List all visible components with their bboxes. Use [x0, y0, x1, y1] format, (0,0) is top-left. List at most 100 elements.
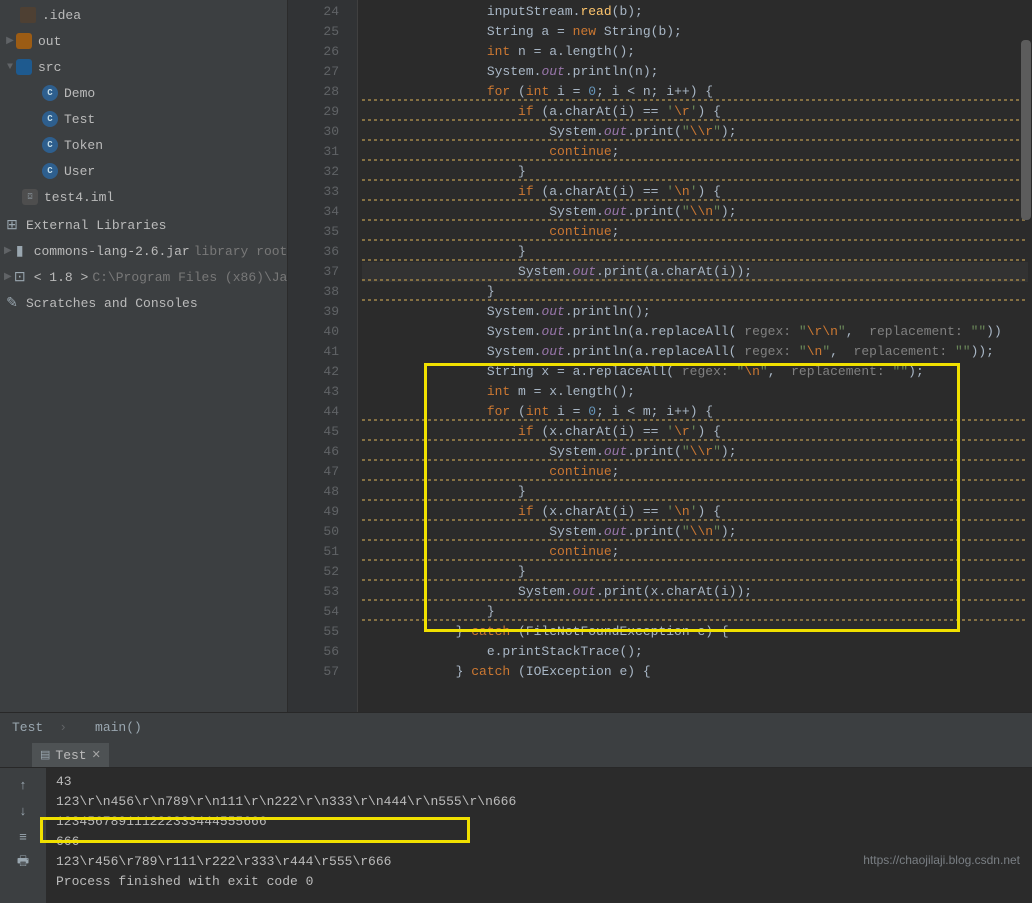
code-line[interactable]: } — [362, 602, 1028, 622]
scratches-icon: ✎ — [4, 295, 20, 311]
code-line[interactable]: String x = a.replaceAll( regex: "\n", re… — [362, 362, 1028, 382]
vertical-scrollbar[interactable] — [1021, 0, 1031, 712]
console-line: 666 — [56, 832, 1022, 852]
code-line[interactable]: if (x.charAt(i) == '\r') { — [362, 422, 1028, 442]
line-number: 46 — [292, 442, 339, 462]
scratches[interactable]: ✎ Scratches and Consoles — [0, 290, 287, 316]
code-line[interactable]: e.printStackTrace(); — [362, 642, 1028, 662]
tree-label: User — [64, 164, 95, 179]
tree-label: Demo — [64, 86, 95, 101]
line-number: 37 — [292, 262, 339, 282]
line-number: 35 — [292, 222, 339, 242]
wrap-icon[interactable]: ≡ — [14, 828, 32, 846]
code-line[interactable]: } — [362, 562, 1028, 582]
code-line[interactable]: continue; — [362, 462, 1028, 482]
print-icon[interactable]: 🖶 — [14, 854, 32, 872]
code-line[interactable]: } — [362, 162, 1028, 182]
code-line[interactable]: System.out.print("\\r"); — [362, 442, 1028, 462]
arrow-icon: ▶ — [4, 245, 12, 257]
code-line[interactable]: int n = a.length(); — [362, 42, 1028, 62]
code-line[interactable]: System.out.println(n); — [362, 62, 1028, 82]
class-icon: C — [42, 85, 58, 101]
code-line[interactable]: System.out.println(a.replaceAll( regex: … — [362, 342, 1028, 362]
line-number: 52 — [292, 562, 339, 582]
line-number: 55 — [292, 622, 339, 642]
tree-item[interactable]: C Demo — [0, 80, 287, 106]
tree-item[interactable]: .idea — [0, 2, 287, 28]
breadcrumb-method[interactable]: main() — [95, 720, 142, 735]
lib-item-jdk[interactable]: ▶ ⊡ < 1.8 > C:\Program Files (x86)\Jav — [0, 264, 287, 290]
jar-icon: ▮ — [12, 243, 28, 259]
tree-label: .idea — [42, 8, 81, 23]
code-line[interactable]: } catch (IOException e) { — [362, 662, 1028, 682]
code-line[interactable]: if (x.charAt(i) == '\n') { — [362, 502, 1028, 522]
code-line[interactable]: System.out.print("\\n"); — [362, 522, 1028, 542]
console-output[interactable]: 43123\r\n456\r\n789\r\n111\r\n222\r\n333… — [46, 768, 1032, 903]
project-tree[interactable]: .idea▶out▼srcCDemoCTestCTokenCUser⌼test4… — [0, 0, 288, 712]
code-line[interactable]: System.out.print("\\n"); — [362, 202, 1028, 222]
code-line[interactable]: } — [362, 282, 1028, 302]
code-line[interactable]: System.out.println(); — [362, 302, 1028, 322]
tree-item[interactable]: ▶out — [0, 28, 287, 54]
code-line[interactable]: continue; — [362, 542, 1028, 562]
code-line[interactable]: if (a.charAt(i) == '\r') { — [362, 102, 1028, 122]
run-tab-label: Test — [55, 748, 86, 763]
tree-item[interactable]: ⌼test4.iml — [0, 184, 287, 210]
line-number: 43 — [292, 382, 339, 402]
line-number: 25 — [292, 22, 339, 42]
run-sidebar: ↑ ↓ ≡ 🖶 — [0, 768, 46, 903]
arrow-icon: ▶ — [4, 271, 12, 283]
code-area[interactable]: inputStream.read(b); String a = new Stri… — [358, 0, 1032, 712]
line-number: 47 — [292, 462, 339, 482]
console-line: 43 — [56, 772, 1022, 792]
code-line[interactable]: inputStream.read(b); — [362, 2, 1028, 22]
code-editor[interactable]: 2425262728293031323334353637383940414243… — [288, 0, 1032, 712]
code-line[interactable]: System.out.println(a.replaceAll( regex: … — [362, 322, 1028, 342]
code-line[interactable]: } — [362, 482, 1028, 502]
line-number: 41 — [292, 342, 339, 362]
code-line[interactable]: System.out.print(x.charAt(i)); — [362, 582, 1028, 602]
line-number: 26 — [292, 42, 339, 62]
scroll-thumb[interactable] — [1021, 40, 1031, 220]
run-tab-test[interactable]: ▤ Test ✕ — [32, 743, 109, 767]
run-tool-window: ▤ Test ✕ ↑ ↓ ≡ 🖶 43123\r\n456\r\n789\r\n… — [0, 742, 1032, 903]
code-line[interactable]: } — [362, 242, 1028, 262]
line-number: 34 — [292, 202, 339, 222]
code-line[interactable]: if (a.charAt(i) == '\n') { — [362, 182, 1028, 202]
tree-label: src — [38, 60, 61, 75]
tree-item[interactable]: CTest — [0, 106, 287, 132]
tree-item[interactable]: ▼ src — [0, 54, 287, 80]
external-libraries[interactable]: ⊞ External Libraries — [0, 212, 287, 238]
line-number: 28 — [292, 82, 339, 102]
tree-item[interactable]: CUser — [0, 158, 287, 184]
tree-item[interactable]: CToken — [0, 132, 287, 158]
code-line[interactable]: } catch (FileNotFoundException e) { — [362, 622, 1028, 642]
code-line[interactable]: for (int i = 0; i < m; i++) { — [362, 402, 1028, 422]
code-line[interactable]: System.out.print(a.charAt(i)); — [362, 262, 1028, 282]
code-line[interactable]: System.out.print("\\r"); — [362, 122, 1028, 142]
xml-icon: ⌼ — [22, 189, 38, 205]
up-icon[interactable]: ↑ — [14, 776, 32, 794]
run-tab-icon: ▤ — [40, 748, 50, 762]
sdk-icon: ⊡ — [12, 269, 28, 285]
library-icon: ⊞ — [4, 217, 20, 233]
scratches-label: Scratches and Consoles — [26, 296, 198, 311]
code-line[interactable]: continue; — [362, 222, 1028, 242]
close-icon[interactable]: ✕ — [92, 748, 101, 762]
line-number: 38 — [292, 282, 339, 302]
class-icon: C — [42, 111, 58, 127]
breadcrumb-class[interactable]: Test — [12, 720, 43, 735]
code-line[interactable]: continue; — [362, 142, 1028, 162]
code-line[interactable]: int m = x.length(); — [362, 382, 1028, 402]
lib2-name: < 1.8 > — [34, 270, 89, 285]
line-number: 30 — [292, 122, 339, 142]
arrow-icon: ▼ — [4, 62, 16, 73]
down-icon[interactable]: ↓ — [14, 802, 32, 820]
code-line[interactable]: for (int i = 0; i < n; i++) { — [362, 82, 1028, 102]
lib-item-commons[interactable]: ▶ ▮ commons-lang-2.6.jar library root — [0, 238, 287, 264]
line-number: 40 — [292, 322, 339, 342]
lib1-tag: library root — [194, 244, 288, 259]
code-line[interactable]: String a = new String(b); — [362, 22, 1028, 42]
console-line: 123456789111222333444555666 — [56, 812, 1022, 832]
console-line: 123\r\n456\r\n789\r\n111\r\n222\r\n333\r… — [56, 792, 1022, 812]
